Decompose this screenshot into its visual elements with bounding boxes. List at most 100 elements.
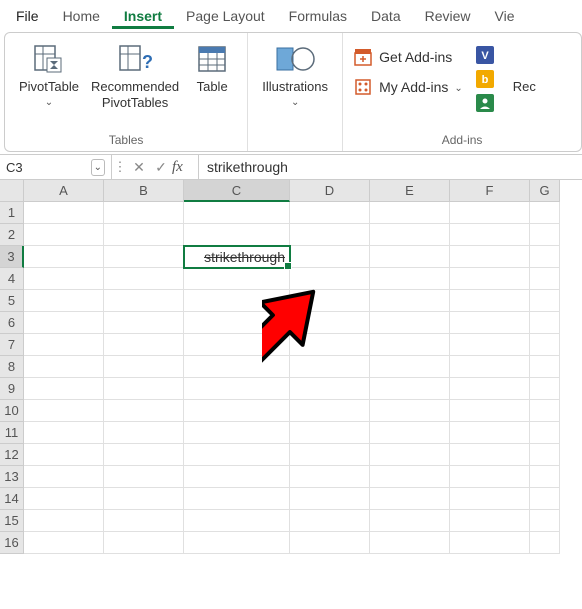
cell[interactable] [184,312,290,334]
cell[interactable] [104,268,184,290]
cell[interactable] [530,422,560,444]
cell[interactable] [184,422,290,444]
cell[interactable] [184,466,290,488]
cell[interactable] [370,532,450,554]
cell[interactable] [24,444,104,466]
cell[interactable] [104,466,184,488]
col-header-b[interactable]: B [104,180,184,202]
cell[interactable] [530,466,560,488]
cell[interactable] [450,268,530,290]
cell[interactable] [290,400,370,422]
row-header-13[interactable]: 13 [0,466,24,488]
formula-input[interactable]: strikethrough [198,155,582,179]
cell[interactable] [450,444,530,466]
cell[interactable] [450,422,530,444]
get-addins-button[interactable]: Get Add-ins [353,47,463,67]
people-addin-icon[interactable] [475,93,495,113]
cell[interactable] [104,400,184,422]
row-header-4[interactable]: 4 [0,268,24,290]
cell[interactable] [450,356,530,378]
cell[interactable] [290,466,370,488]
menu-tab-file[interactable]: File [4,2,51,28]
cell[interactable] [184,202,290,224]
cell[interactable] [104,356,184,378]
row-header-11[interactable]: 11 [0,422,24,444]
cell[interactable] [450,466,530,488]
row-header-5[interactable]: 5 [0,290,24,312]
name-box[interactable]: C3 ⌄ [0,155,112,179]
cell[interactable] [184,334,290,356]
cell[interactable] [530,400,560,422]
menu-tab-data[interactable]: Data [359,2,413,28]
cell[interactable] [104,246,184,268]
cell[interactable] [184,356,290,378]
cell[interactable] [184,224,290,246]
cell[interactable] [530,356,560,378]
cell[interactable] [24,510,104,532]
cell[interactable] [450,202,530,224]
cell[interactable] [370,312,450,334]
cell[interactable] [184,378,290,400]
col-header-f[interactable]: F [450,180,530,202]
cell[interactable] [450,510,530,532]
cell[interactable] [290,268,370,290]
visio-addin-icon[interactable]: V [475,45,495,65]
select-all-corner[interactable] [0,180,24,202]
table-button[interactable]: Table [187,39,237,99]
row-header-15[interactable]: 15 [0,510,24,532]
cell[interactable] [290,444,370,466]
illustrations-button[interactable]: Illustrations ⌄ [258,39,332,112]
cell[interactable] [24,400,104,422]
col-header-g[interactable]: G [530,180,560,202]
cell[interactable] [24,202,104,224]
col-header-d[interactable]: D [290,180,370,202]
cell[interactable] [104,312,184,334]
cell[interactable] [290,488,370,510]
cell[interactable] [184,532,290,554]
cell[interactable] [370,444,450,466]
cell[interactable] [530,312,560,334]
cell[interactable] [450,246,530,268]
cell[interactable] [290,334,370,356]
cell[interactable] [530,334,560,356]
cell[interactable] [290,290,370,312]
cell[interactable] [104,290,184,312]
cell[interactable] [24,246,104,268]
row-header-9[interactable]: 9 [0,378,24,400]
cell[interactable] [290,202,370,224]
cell[interactable] [370,378,450,400]
cell[interactable] [184,400,290,422]
row-header-8[interactable]: 8 [0,356,24,378]
row-header-16[interactable]: 16 [0,532,24,554]
cell[interactable] [370,488,450,510]
enter-formula-button[interactable]: ✓ [150,159,172,176]
cell[interactable] [104,444,184,466]
cell[interactable] [530,378,560,400]
cell[interactable] [24,268,104,290]
cell[interactable] [370,510,450,532]
cell[interactable] [370,246,450,268]
row-header-14[interactable]: 14 [0,488,24,510]
cell[interactable] [290,224,370,246]
cell[interactable] [370,400,450,422]
menu-tab-page-layout[interactable]: Page Layout [174,2,277,28]
cell[interactable] [530,246,560,268]
cell[interactable] [24,422,104,444]
cell[interactable] [24,532,104,554]
cell[interactable] [290,422,370,444]
cell[interactable] [450,532,530,554]
col-header-c[interactable]: C [184,180,290,202]
cell[interactable] [450,224,530,246]
cell[interactable] [104,202,184,224]
cell[interactable] [530,202,560,224]
cell[interactable] [24,378,104,400]
row-header-12[interactable]: 12 [0,444,24,466]
menu-tab-home[interactable]: Home [51,2,112,28]
row-header-10[interactable]: 10 [0,400,24,422]
cell[interactable] [370,268,450,290]
cell[interactable] [530,290,560,312]
cell[interactable] [24,312,104,334]
menu-tab-view[interactable]: Vie [483,2,527,28]
my-addins-button[interactable]: My Add-ins ⌄ [353,77,463,97]
cell[interactable] [24,356,104,378]
